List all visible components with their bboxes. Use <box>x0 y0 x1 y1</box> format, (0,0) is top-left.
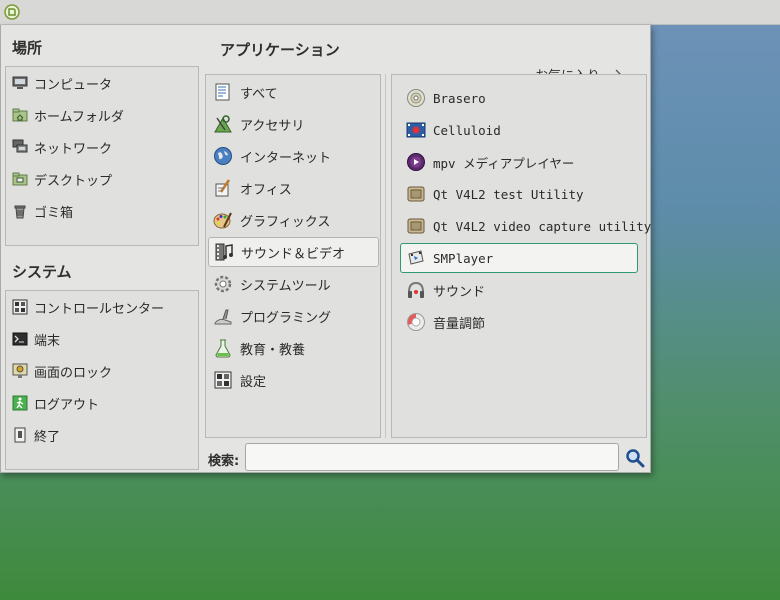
places-item-trash[interactable]: ゴミ箱 <box>12 196 73 226</box>
category-office[interactable]: オフィス <box>213 173 292 203</box>
mint-menu-icon[interactable] <box>4 4 20 20</box>
desktop-folder-icon <box>12 171 28 187</box>
app-smplayer[interactable]: SMPlayer <box>400 243 638 273</box>
category-label: オフィス <box>240 182 292 198</box>
sound-headphones-icon <box>406 280 426 300</box>
system-item-label: 画面のロック <box>34 365 113 381</box>
category-system-tools[interactable]: システムツール <box>213 269 331 299</box>
search-input[interactable] <box>245 443 619 471</box>
app-qvidcap[interactable]: Qt V4L2 video capture utility <box>406 211 651 241</box>
programming-icon <box>213 306 233 326</box>
category-programming[interactable]: プログラミング <box>213 301 331 331</box>
categories-panel: すべて アクセサリ インターネット オフィス グラフィックス サウンド＆ビデオ … <box>205 74 381 438</box>
category-label: プログラミング <box>240 310 332 326</box>
system-item-label: 端末 <box>34 333 61 349</box>
category-graphics[interactable]: グラフィックス <box>213 205 330 235</box>
category-label: 設定 <box>240 374 267 390</box>
app-sound[interactable]: サウンド <box>406 275 485 305</box>
category-sound-video[interactable]: サウンド＆ビデオ <box>208 237 379 267</box>
system-item-label: ログアウト <box>34 397 100 413</box>
places-item-label: ホームフォルダ <box>34 109 124 125</box>
control-center-icon <box>12 299 28 315</box>
system-item-shutdown[interactable]: 終了 <box>12 420 60 450</box>
app-label: Celluloid <box>433 122 501 138</box>
category-settings[interactable]: 設定 <box>213 365 266 395</box>
all-apps-icon <box>213 82 233 102</box>
places-item-network[interactable]: ネットワーク <box>12 132 112 162</box>
system-item-terminal[interactable]: 端末 <box>12 324 60 354</box>
category-internet[interactable]: インターネット <box>213 141 331 171</box>
category-accessories[interactable]: アクセサリ <box>213 109 304 139</box>
category-label: 教育・教養 <box>240 342 306 358</box>
app-label: mpv メディアプレイヤー <box>433 155 575 171</box>
mpv-icon <box>406 152 426 172</box>
panel-divider <box>385 74 386 438</box>
app-label: サウンド <box>433 284 486 300</box>
places-panel: コンピュータ ホームフォルダ ネットワーク デスクトップ ゴミ箱 <box>5 66 199 246</box>
top-panel <box>0 0 780 25</box>
qvidcap-icon <box>406 216 426 236</box>
home-folder-icon <box>12 107 28 123</box>
settings-icon <box>213 370 233 390</box>
app-label: Qt V4L2 test Utility <box>433 186 584 202</box>
application-menu: 場所 コンピュータ ホームフォルダ ネットワーク デスクトップ ゴミ箱 システム… <box>0 25 651 473</box>
category-label: グラフィックス <box>240 214 331 230</box>
app-brasero[interactable]: Brasero <box>406 83 486 113</box>
app-volume-control[interactable]: 音量調節 <box>406 307 485 337</box>
system-item-logout[interactable]: ログアウト <box>12 388 99 418</box>
shutdown-icon <box>12 427 28 443</box>
system-tools-gear-icon <box>213 274 233 294</box>
places-item-label: デスクトップ <box>34 173 113 189</box>
system-item-lock[interactable]: 画面のロック <box>12 356 112 386</box>
app-label: Qt V4L2 video capture utility <box>433 218 652 234</box>
smplayer-icon <box>406 248 426 268</box>
places-item-label: ネットワーク <box>34 141 113 157</box>
applications-title: アプリケーション <box>220 41 340 59</box>
places-item-label: ゴミ箱 <box>34 205 74 221</box>
category-label: システムツール <box>240 278 331 294</box>
places-item-desktop[interactable]: デスクトップ <box>12 164 112 194</box>
category-all[interactable]: すべて <box>213 77 278 107</box>
system-title: システム <box>12 263 72 281</box>
system-item-control-center[interactable]: コントロールセンター <box>12 292 164 322</box>
category-education[interactable]: 教育・教養 <box>213 333 305 363</box>
lock-screen-icon <box>12 363 28 379</box>
volume-control-icon <box>406 312 426 332</box>
places-item-home[interactable]: ホームフォルダ <box>12 100 124 130</box>
places-item-computer[interactable]: コンピュータ <box>12 68 112 98</box>
places-title: 場所 <box>12 39 43 57</box>
sound-video-icon <box>214 242 234 262</box>
category-label: インターネット <box>240 150 332 166</box>
celluloid-film-icon <box>406 120 426 140</box>
internet-globe-icon <box>213 146 233 166</box>
app-mpv[interactable]: mpv メディアプレイヤー <box>406 147 574 177</box>
computer-icon <box>12 75 28 91</box>
trash-icon <box>12 203 28 219</box>
accessories-icon <box>213 114 233 134</box>
system-item-label: コントロールセンター <box>34 301 165 317</box>
places-item-label: コンピュータ <box>34 77 113 93</box>
category-label: すべて <box>240 86 278 102</box>
app-label: Brasero <box>433 90 486 106</box>
office-icon <box>213 178 233 198</box>
education-flask-icon <box>213 338 233 358</box>
logout-icon <box>12 395 28 411</box>
app-qv4l2[interactable]: Qt V4L2 test Utility <box>406 179 584 209</box>
category-label: アクセサリ <box>240 118 305 134</box>
app-label: SMPlayer <box>433 250 494 266</box>
network-icon <box>12 139 28 155</box>
search-icon[interactable] <box>625 448 645 468</box>
category-label: サウンド＆ビデオ <box>241 246 346 262</box>
apps-panel: Brasero Celluloid mpv メディアプレイヤー Qt V4L2 … <box>391 74 651 438</box>
terminal-icon <box>12 331 28 347</box>
brasero-disc-icon <box>406 88 426 108</box>
graphics-palette-icon <box>213 210 233 230</box>
qv4l2-icon <box>406 184 426 204</box>
system-item-label: 終了 <box>34 429 61 445</box>
app-label: 音量調節 <box>433 316 486 332</box>
search-label: 検索: <box>208 454 240 469</box>
app-celluloid[interactable]: Celluloid <box>406 115 501 145</box>
system-panel: コントロールセンター 端末 画面のロック ログアウト 終了 <box>5 290 199 470</box>
